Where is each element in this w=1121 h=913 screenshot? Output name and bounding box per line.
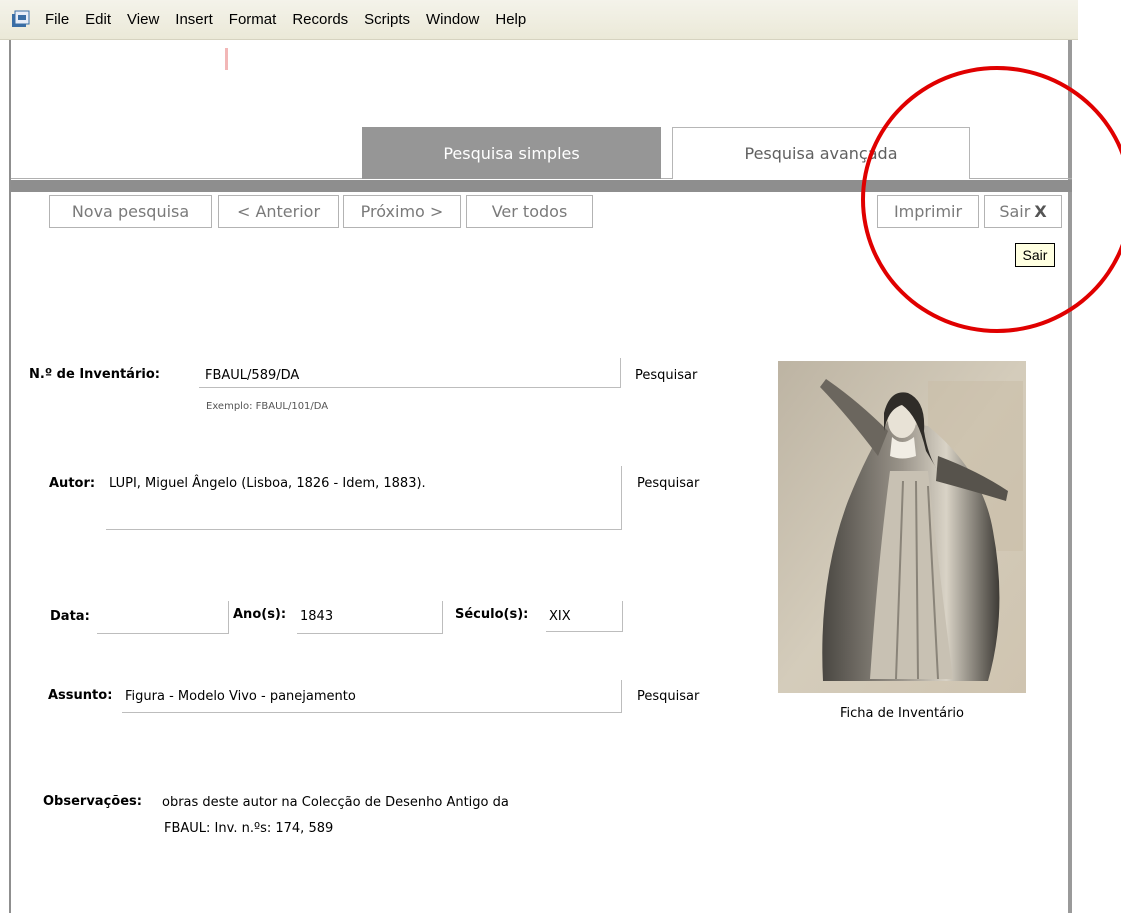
window-frame-left xyxy=(9,40,11,913)
century-field[interactable]: XIX xyxy=(549,609,571,624)
menu-insert[interactable]: Insert xyxy=(167,11,221,28)
menu-view[interactable]: View xyxy=(119,11,167,28)
menu-help[interactable]: Help xyxy=(487,11,534,28)
artwork-image[interactable] xyxy=(778,361,1026,693)
menu-file[interactable]: File xyxy=(37,11,77,28)
previous-button[interactable]: < Anterior xyxy=(218,195,339,228)
author-search-button[interactable]: Pesquisar xyxy=(637,476,699,491)
inventory-search-button[interactable]: Pesquisar xyxy=(635,368,697,383)
author-field-border xyxy=(621,466,622,530)
notes-label: Observações: xyxy=(43,794,142,809)
date-label: Data: xyxy=(50,609,90,624)
year-label: Ano(s): xyxy=(233,607,287,622)
year-field[interactable]: 1843 xyxy=(300,609,333,624)
inventory-field[interactable]: FBAUL/589/DA xyxy=(205,368,299,383)
subject-search-button[interactable]: Pesquisar xyxy=(637,689,699,704)
view-all-button[interactable]: Ver todos xyxy=(466,195,593,228)
subject-field-border xyxy=(621,680,622,713)
year-field-border xyxy=(442,601,443,634)
century-field-underline xyxy=(546,631,623,632)
tab-simple-search[interactable]: Pesquisa simples xyxy=(362,127,661,179)
subject-field[interactable]: Figura - Modelo Vivo - panejamento xyxy=(125,689,356,704)
subject-field-underline xyxy=(122,712,622,713)
menu-records[interactable]: Records xyxy=(284,11,356,28)
inventory-label: N.º de Inventário: xyxy=(29,367,160,382)
menu-format[interactable]: Format xyxy=(221,11,285,28)
next-button[interactable]: Próximo > xyxy=(343,195,461,228)
author-field-underline xyxy=(106,529,622,530)
century-field-border xyxy=(622,601,623,632)
menu-bar: File Edit View Insert Format Records Scr… xyxy=(0,0,1078,40)
menu-scripts[interactable]: Scripts xyxy=(356,11,418,28)
century-label: Século(s): xyxy=(455,607,529,622)
notes-text-line2: FBAUL: Inv. n.ºs: 174, 589 xyxy=(164,821,334,836)
inventory-field-border xyxy=(620,358,621,388)
author-field[interactable]: LUPI, Miguel Ângelo (Lisboa, 1826 - Idem… xyxy=(109,476,426,491)
notes-text-line1: obras deste autor na Colecção de Desenho… xyxy=(162,795,509,810)
menu-window[interactable]: Window xyxy=(418,11,487,28)
author-label: Autor: xyxy=(49,476,96,491)
year-field-underline xyxy=(297,633,443,634)
inventory-field-underline xyxy=(199,387,621,388)
subject-label: Assunto: xyxy=(48,688,113,703)
inventory-hint: Exemplo: FBAUL/101/DA xyxy=(206,401,329,412)
app-icon[interactable] xyxy=(11,10,31,30)
date-field-underline xyxy=(97,633,229,634)
date-field-border xyxy=(228,601,229,634)
decorative-mark xyxy=(225,48,228,70)
annotation-circle xyxy=(861,66,1121,333)
new-search-button[interactable]: Nova pesquisa xyxy=(49,195,212,228)
menu-edit[interactable]: Edit xyxy=(77,11,119,28)
artwork-caption: Ficha de Inventário xyxy=(840,706,964,721)
